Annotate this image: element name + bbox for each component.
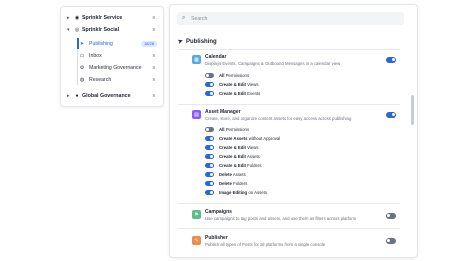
nav-item-count: 8 (152, 53, 155, 58)
app-desc-calendar: Displays Events, Campaigns & Outbound Me… (205, 60, 341, 66)
toggle-permission[interactable] (205, 82, 214, 87)
inbox-icon: ▭ (79, 53, 85, 59)
search-placeholder: Search (191, 15, 208, 22)
governance-icon: ⚙ (79, 65, 85, 71)
nav-panel: ▸ ◉ Sprinklr Service 8 ▾ ◎ Sprinklr Soci… (60, 6, 164, 107)
chevron-down-icon: ▾ (67, 26, 70, 33)
app-title-publisher: Publisher (205, 235, 228, 241)
nav-item-inbox[interactable]: ▭ Inbox 8 (71, 50, 163, 62)
nav-item-label: Research (89, 77, 112, 83)
campaigns-icon: ⚑ (192, 210, 201, 219)
send-icon: ➤ (177, 38, 185, 46)
toggle-permission[interactable] (205, 127, 214, 132)
toggle-permission[interactable] (205, 145, 214, 150)
toggle-permission[interactable] (205, 136, 214, 141)
divider (178, 228, 400, 229)
send-icon: ➤ (79, 41, 85, 47)
nav-item-label: Inbox (89, 53, 102, 59)
globe-icon: ● (75, 92, 79, 99)
nav-item-count: 8 (152, 77, 155, 82)
nav-group-label: Sprinklr Social (82, 26, 120, 33)
social-icon: ◎ (74, 26, 80, 33)
search-icon: ⌕ (182, 15, 186, 21)
app-desc-campaigns: Use campaigns to tag posts and assets, a… (205, 215, 357, 221)
toggle-calendar[interactable] (386, 57, 396, 63)
app-title-asset-manager: Asset Manager (205, 109, 241, 115)
asset-manager-icon: ▤ (192, 110, 201, 119)
toggle-asset-manager[interactable] (386, 112, 396, 118)
app-desc-asset-manager: Create, store, and organize content asse… (205, 115, 352, 121)
nav-item-research[interactable]: ◍ Research 8 (71, 74, 163, 86)
nav-item-count: 8 (152, 65, 155, 70)
research-icon: ◍ (79, 77, 85, 83)
toggle-permission[interactable] (205, 190, 214, 195)
publisher-icon: ✎ (192, 236, 201, 245)
nav-group-label: Global Governance (82, 92, 131, 99)
nav-group-label: Sprinklr Service (82, 14, 123, 21)
service-icon: ◉ (74, 14, 80, 21)
toggle-publisher[interactable] (386, 238, 396, 244)
toggle-permission[interactable] (205, 163, 214, 168)
toggle-permission[interactable] (205, 73, 214, 78)
section-title: ➤ Publishing (177, 38, 217, 46)
app-title-calendar: Calendar (205, 54, 227, 60)
toggle-permission[interactable] (205, 181, 214, 186)
nav-item-marketing-governance[interactable]: ⚙ Marketing Governance 8 (71, 62, 163, 74)
nav-group-global-governance[interactable]: ▸ ● Global Governance 8 (61, 90, 163, 101)
nav-group-count: 8 (152, 15, 155, 20)
nav-group-sprinklr-social[interactable]: ▾ ◎ Sprinklr Social 8 (61, 24, 163, 35)
app-desc-publisher: Publish all types of Posts for all platf… (205, 241, 326, 247)
nav-item-publishing[interactable]: ➤ Publishing 18/28 (71, 38, 163, 50)
chevron-right-icon: ▸ (67, 14, 70, 21)
main-panel: ⌕ Search ➤ Publishing ▦ Calendar Displays… (169, 4, 418, 258)
nav-item-label: Marketing Governance (89, 65, 142, 71)
toggle-permission[interactable] (205, 154, 214, 159)
toggle-campaigns[interactable] (386, 213, 396, 219)
toggle-permission[interactable] (205, 91, 214, 96)
nav-group-sprinklr-service[interactable]: ▸ ◉ Sprinklr Service 8 (61, 12, 163, 23)
app-title-campaigns: Campaigns (205, 209, 232, 215)
divider (178, 49, 400, 50)
calendar-icon: ▦ (192, 55, 201, 64)
nav-item-label: Publishing (89, 41, 113, 47)
scrollbar[interactable] (411, 95, 414, 125)
nav-group-count: 8 (152, 93, 155, 98)
divider (178, 104, 400, 105)
count-badge: 18/28 (140, 40, 157, 47)
nav-group-count: 8 (152, 27, 155, 32)
search-box[interactable]: ⌕ Search (177, 12, 404, 25)
divider (178, 203, 400, 204)
toggle-permission[interactable] (205, 172, 214, 177)
chevron-right-icon: ▸ (67, 92, 70, 99)
